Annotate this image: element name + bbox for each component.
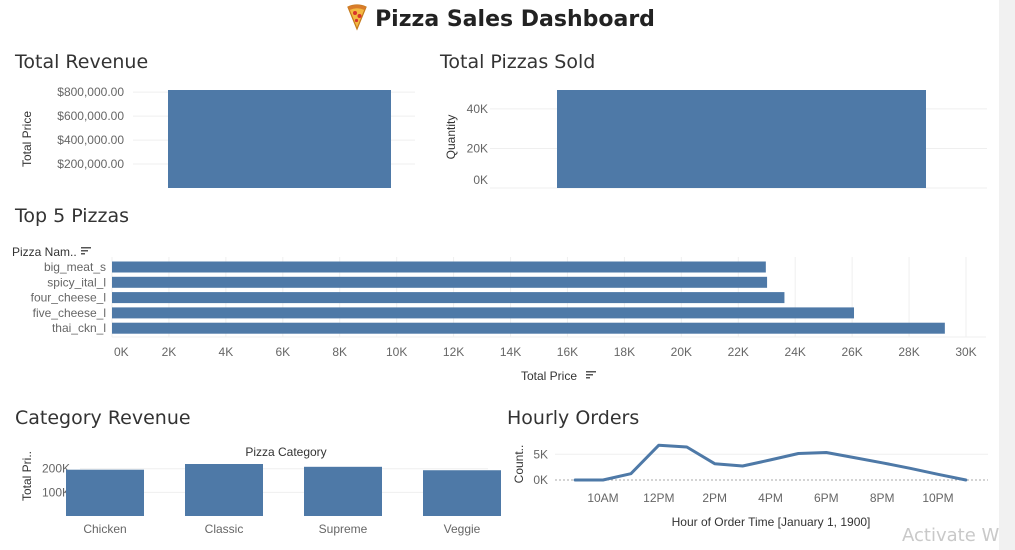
top5-category-label: five_cheese_l (33, 306, 106, 320)
top5-x-tick-label: 10K (386, 345, 407, 359)
top5-chart: 0K 2K 4K 6K 8K 10K 12K 14K 16K 18K 20K 22K 24K 26K 28K… (12, 245, 986, 383)
hourly-y-tick-label: 0K (533, 473, 548, 487)
top5-x-tick-label: 6K (275, 345, 290, 359)
pizzas-y-tick-label: 40K (467, 102, 488, 116)
hourly-x-tick-label: 10PM (922, 491, 953, 505)
hourly-x-axis-title: Hour of Order Time [January 1, 1900] (672, 515, 871, 529)
hourly-y-tick-label: 5K (533, 447, 548, 461)
category-header: Pizza Category (245, 445, 326, 459)
hourly-line (573, 443, 968, 482)
top5-x-tick-label: 8K (332, 345, 347, 359)
top5-category-label: spicy_ital_l (47, 275, 106, 289)
category-bar (185, 464, 263, 516)
revenue-y-tick-label: $400,000.00 (57, 133, 124, 147)
top5-x-tick-label: 16K (557, 345, 578, 359)
category-y-axis-title: Total Pri.. (20, 451, 34, 501)
category-y-tick-label: 200K (42, 462, 70, 476)
dashboard: Pizza Sales Dashboard Total Revenue $200… (0, 0, 1015, 550)
hourly-x-tick-label: 8PM (870, 491, 895, 505)
pizzas-bar (557, 90, 926, 188)
category-x-label: Veggie (444, 522, 481, 536)
category-bar (423, 470, 501, 516)
total-revenue-chart: $200,000.00 $400,000.00 $600,000.00 $800,00… (20, 85, 415, 188)
pizza-icon (347, 4, 367, 31)
revenue-y-tick-label: $800,000.00 (57, 85, 124, 99)
revenue-y-tick-label: $600,000.00 (57, 109, 124, 123)
top5-bar (112, 261, 766, 273)
top5-category-label: big_meat_s (44, 260, 106, 274)
total-pizzas-title: Total Pizzas Sold (440, 51, 596, 73)
top5-x-tick-label: 2K (162, 345, 177, 359)
top5-x-tick-label: 12K (443, 345, 464, 359)
top5-x-tick-label: 30K (955, 345, 976, 359)
category-chart: Pizza Category 100K 200K Total Pri.. Chicken… (20, 445, 501, 536)
pizzas-y-axis-title: Quantity (444, 115, 458, 160)
top5-x-tick-label: 22K (728, 345, 749, 359)
top5-x-tick-label: 14K (500, 345, 521, 359)
hourly-x-tick-label: 10AM (587, 491, 618, 505)
revenue-bar (168, 90, 391, 188)
dashboard-title-text: Pizza Sales Dashboard (375, 7, 655, 32)
top5-y-axis-header: Pizza Nam.. (12, 245, 77, 259)
category-x-label: Supreme (319, 522, 368, 536)
hourly-x-tick-label: 6PM (814, 491, 839, 505)
vertical-scrollbar[interactable] (999, 0, 1015, 550)
dashboard-title: Pizza Sales Dashboard (0, 4, 1000, 32)
category-y-tick-label: 100K (42, 485, 70, 499)
activate-windows-watermark: Activate Wind (902, 525, 999, 546)
top5-category-label: thai_ckn_l (52, 321, 106, 335)
revenue-y-axis-title: Total Price (20, 111, 34, 167)
hourly-x-tick-label: 2PM (702, 491, 727, 505)
hourly-y-axis-title: Count.. (512, 445, 526, 484)
total-revenue-title: Total Revenue (15, 51, 149, 73)
top5-x-tick-label: 24K (785, 345, 806, 359)
category-bar (304, 466, 382, 516)
top5-x-tick-label: 4K (219, 345, 234, 359)
top5-x-tick-label: 18K (614, 345, 635, 359)
top5-title: Top 5 Pizzas (15, 205, 130, 227)
top5-bar (112, 276, 768, 288)
top5-x-tick-label: 20K (671, 345, 692, 359)
top5-x-axis-title: Total Price (521, 369, 577, 383)
revenue-y-tick-label: $200,000.00 (57, 157, 124, 171)
total-pizzas-chart: 0K 20K 40K Quantity (444, 90, 987, 189)
pizzas-y-tick-label: 20K (467, 141, 488, 155)
top5-bar (112, 292, 785, 304)
hourly-x-tick-label: 4PM (758, 491, 783, 505)
top5-row-sort-icon[interactable] (81, 247, 91, 255)
top5-category-label: four_cheese_l (31, 291, 106, 305)
top5-x-tick-label: 0K (114, 345, 129, 359)
category-x-label: Classic (205, 522, 244, 536)
hourly-title: Hourly Orders (507, 407, 640, 429)
top5-x-tick-label: 28K (898, 345, 919, 359)
category-x-label: Chicken (83, 522, 126, 536)
pizzas-y-tick-label: 0K (473, 173, 488, 187)
category-bar (66, 469, 144, 516)
top5-x-tick-label: 26K (841, 345, 862, 359)
top5-bar (112, 322, 945, 334)
category-title: Category Revenue (15, 407, 191, 429)
top5-bar (112, 307, 855, 319)
top5-axis-sort-icon[interactable] (586, 371, 596, 379)
hourly-x-tick-label: 12PM (643, 491, 674, 505)
